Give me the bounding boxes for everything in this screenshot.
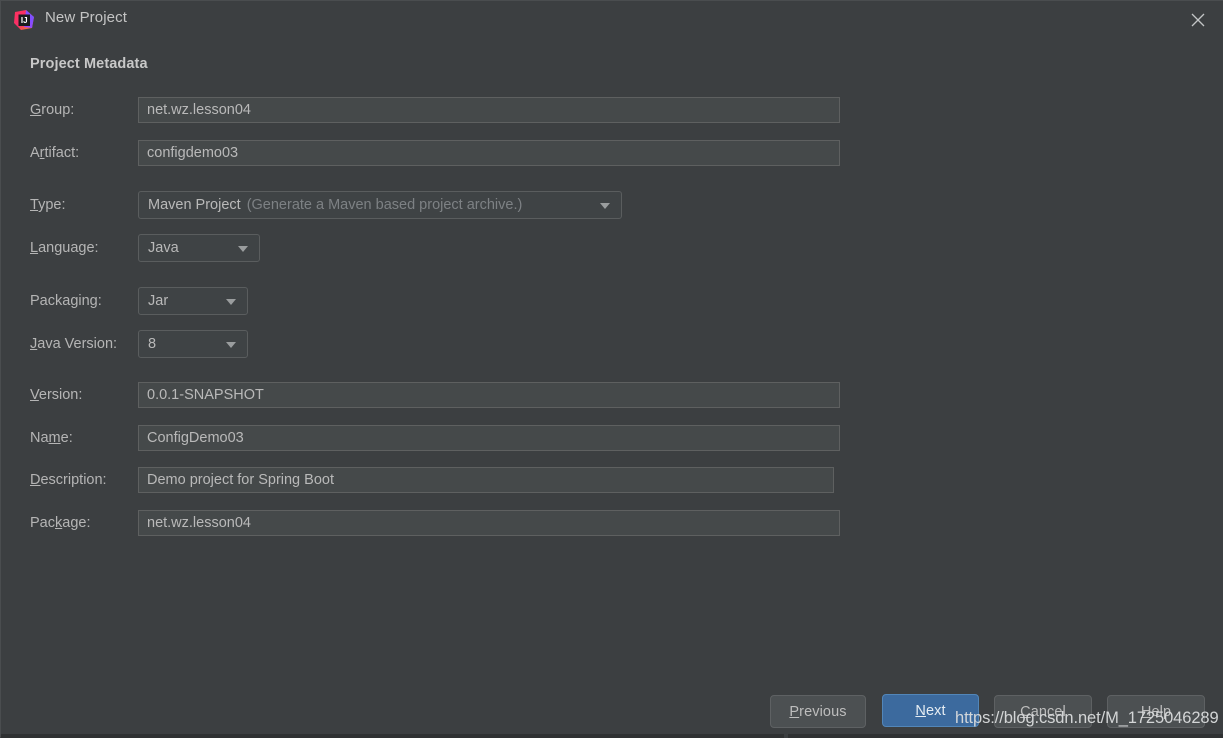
page-title: Project Metadata [30,56,148,72]
window-bottom-edge-left [1,734,784,738]
type-dropdown[interactable]: Maven Project (Generate a Maven based pr… [138,191,622,219]
name-input[interactable] [138,425,840,451]
next-button-label: Next [915,702,946,719]
package-label: Package: [30,515,91,531]
chevron-down-icon [238,246,248,252]
packaging-dropdown-value: Jar [148,293,169,309]
artifact-input[interactable] [138,140,840,166]
previous-button[interactable]: Previous [770,695,866,728]
java-version-label: Java Version: [30,336,118,352]
version-input[interactable] [138,382,840,408]
type-label: Type: [30,197,66,213]
new-project-dialog: IJ New Project Project Metadata Group: A… [0,0,1223,738]
language-dropdown[interactable]: Java [138,234,260,262]
description-input[interactable] [138,467,834,493]
type-dropdown-hint: (Generate a Maven based project archive.… [246,197,523,213]
chevron-down-icon [600,203,610,209]
language-dropdown-value: Java [148,240,179,256]
svg-text:IJ: IJ [21,16,28,25]
language-label: Language: [30,240,99,256]
close-icon[interactable] [1182,5,1214,35]
type-dropdown-value: Maven Project [148,197,241,213]
window-bottom-edge-right [788,734,1223,738]
name-label: Name: [30,430,73,446]
packaging-dropdown[interactable]: Jar [138,287,248,315]
artifact-label: Artifact: [30,145,80,161]
previous-button-label: Previous [789,703,847,720]
window-title: New Project [45,9,127,26]
group-label: Group: [30,102,75,118]
java-version-dropdown-value: 8 [148,336,157,352]
java-version-dropdown[interactable]: 8 [138,330,248,358]
intellij-idea-icon: IJ [12,8,36,32]
title-bar: IJ New Project [1,1,1223,38]
watermark-text: https://blog.csdn.net/M_1725046289 [955,709,1219,727]
chevron-down-icon [226,342,236,348]
description-label: Description: [30,472,107,488]
package-input[interactable] [138,510,840,536]
packaging-label: Packaging: [30,293,102,309]
version-label: Version: [30,387,83,403]
group-input[interactable] [138,97,840,123]
chevron-down-icon [226,299,236,305]
